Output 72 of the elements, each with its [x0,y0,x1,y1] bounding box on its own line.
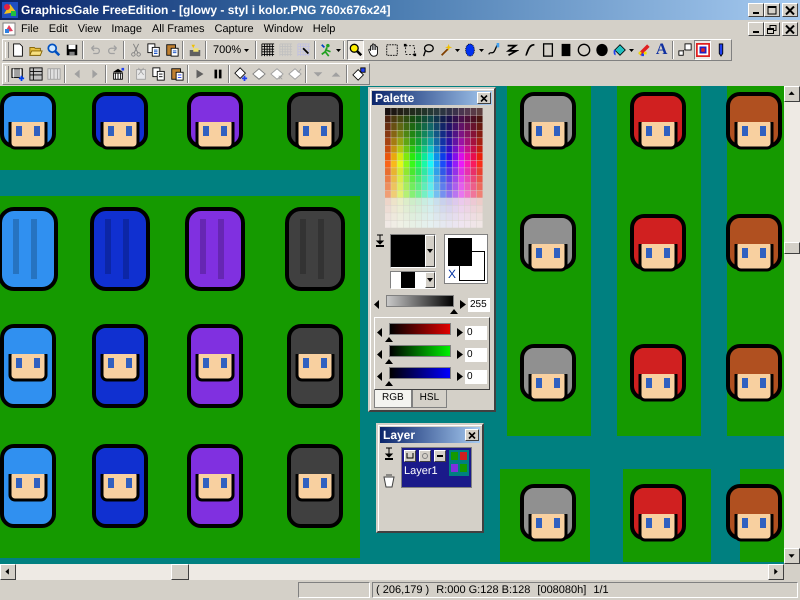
text-tool-button[interactable]: A [653,40,670,60]
horizontal-scrollbar[interactable] [0,564,784,580]
slider-thumb[interactable] [385,337,393,342]
lock-toggle-icon[interactable] [419,450,431,462]
document-icon [2,22,16,36]
panel-title: Palette [375,91,414,105]
menu-item[interactable]: All Frames [146,22,210,36]
dash-icon[interactable] [434,450,446,462]
maximize-button[interactable] [764,3,780,17]
right-arrow-icon[interactable] [457,328,463,337]
panel-tab[interactable]: RGB [374,390,412,408]
close-icon[interactable] [785,24,795,34]
left-arrow-icon[interactable] [377,350,383,359]
layer-item[interactable]: Layer1 [401,447,472,488]
menu-item[interactable]: Capture [210,22,259,36]
window-title: GraphicsGale FreeEdition - [glowy - styl i kolor.PNG 760x676x24] [21,3,392,17]
zoom-dropdown[interactable]: 700% [209,41,254,59]
menu-item[interactable]: Window [258,22,308,36]
scroll-thumb[interactable] [784,242,800,254]
color-hex: [008080h] [537,584,586,596]
slider-thumb[interactable] [450,309,458,314]
close-icon[interactable] [785,6,795,14]
frame-count: 1/1 [593,584,609,596]
menu-item[interactable]: File [16,22,44,36]
minimize-button[interactable] [748,3,764,17]
scroll-thumb[interactable] [171,564,189,580]
cursor-position: ( 206,179 ) [376,584,430,596]
menu-item[interactable]: Edit [44,22,73,36]
layer-name: Layer1 [404,465,439,477]
restore-button[interactable] [764,22,780,36]
slider-thumb[interactable] [385,381,393,386]
menu-item[interactable]: View [72,22,106,36]
left-arrow-icon[interactable] [377,372,383,381]
slider-thumb[interactable] [385,359,393,364]
background-color-dropdown[interactable] [390,271,436,289]
close-button[interactable] [782,3,798,17]
value-field[interactable]: 0 [465,370,487,384]
pin-icon[interactable] [383,447,395,460]
close-button[interactable] [465,429,479,441]
layer-thumbnail-drawing [449,450,469,476]
right-arrow-icon[interactable] [457,350,463,359]
color-values: R:000 G:128 B:128 [436,584,530,596]
status-panel [298,582,370,598]
value-field[interactable]: 0 [465,326,487,340]
close-button[interactable] [477,92,491,104]
panel-title: Layer [383,428,416,442]
visibility-toggle-icon[interactable] [404,450,416,462]
close-button[interactable] [782,22,798,36]
vertical-scrollbar[interactable] [784,86,800,564]
trash-icon[interactable] [383,474,395,488]
color-swap-preview[interactable]: X [444,234,488,284]
frame-tool-icon[interactable] [694,40,712,60]
app-logo-icon [2,2,18,18]
close-icon[interactable] [480,94,488,102]
menu-item[interactable]: Image [106,22,147,36]
value-field[interactable]: 0 [465,348,487,362]
caret-icon[interactable] [427,278,433,282]
foreground-color-dropdown[interactable] [390,234,436,268]
maximize-icon[interactable] [767,6,777,14]
panel-tab[interactable]: HSL [412,390,448,408]
left-arrow-icon[interactable] [374,300,380,309]
close-icon[interactable] [468,432,476,438]
value-field[interactable]: 255 [468,298,490,312]
zoom-tool-icon[interactable] [347,40,364,60]
pin-icon[interactable] [374,234,386,247]
left-arrow-icon[interactable] [377,328,383,337]
right-arrow-icon[interactable] [460,300,466,309]
menu-item[interactable]: Help [308,22,340,36]
caret-icon[interactable] [427,249,433,253]
right-arrow-icon[interactable] [457,372,463,381]
restore-icon[interactable] [767,24,777,34]
minimize-button[interactable] [748,22,764,36]
